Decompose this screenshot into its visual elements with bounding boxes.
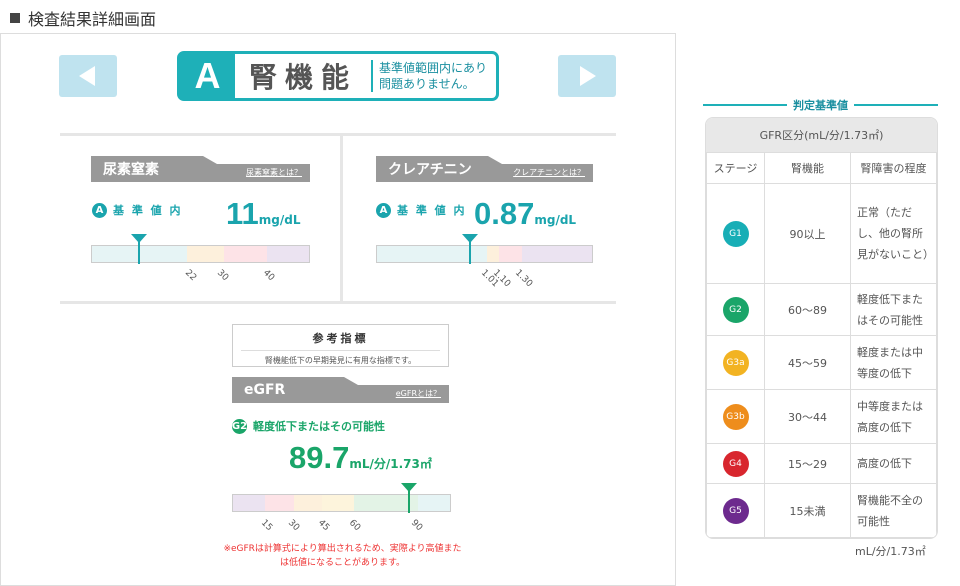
stage-table: ステージ 腎機能 腎障害の程度 G1 90以上 正常（ただし、他の腎所見がないこと）… (706, 152, 937, 538)
gauge-segment (522, 246, 592, 262)
gauge-segment (322, 495, 354, 511)
creatinine-value: 0.87mg/dL (474, 196, 576, 232)
status-label: 基 準 値 内 (397, 204, 467, 217)
range-cell: 90以上 (764, 183, 851, 284)
creatinine-gauge (376, 245, 593, 263)
stage-cell: G2 (706, 283, 765, 336)
divider (60, 301, 616, 304)
divider (340, 136, 343, 303)
value-unit: mL/分/1.73㎡ (349, 457, 432, 471)
table-row: G3b 30〜44 中等度または高度の低下 (706, 389, 937, 444)
square-icon (10, 13, 20, 23)
divider (854, 104, 938, 106)
range-cell: 15〜29 (764, 443, 851, 484)
description-cell: 腎機能不全の可能性 (850, 483, 937, 538)
grade-icon: A (92, 202, 107, 218)
value-unit: mg/dL (258, 213, 301, 227)
standard-title-text: 判定基準値 (793, 99, 848, 112)
divider (60, 133, 616, 136)
grade-icon: A (376, 202, 391, 218)
urea-marker-line (138, 240, 140, 264)
stage-badge: G1 (722, 220, 749, 247)
stage-cell: G4 (706, 443, 765, 484)
category-name: 腎機能 (248, 61, 357, 94)
column-header: 腎障害の程度 (850, 152, 937, 184)
egfr-marker-line (408, 489, 410, 513)
stage-badge: G5 (722, 497, 749, 524)
range-cell: 15未満 (764, 483, 851, 538)
prev-button[interactable] (59, 55, 117, 97)
egfr-note: ※eGFRは計算式により算出されるため、実際より高値または低値になることがありま… (223, 544, 462, 568)
urea-name: 尿素窒素 (103, 162, 159, 178)
stage-badge: G3a (722, 349, 749, 376)
arrow-left-icon (79, 66, 95, 86)
status-label: 軽度低下またはその可能性 (253, 420, 385, 433)
table-row: G5 15未満 腎機能不全の可能性 (706, 483, 937, 538)
range-cell: 60〜89 (764, 283, 851, 336)
reference-subtitle: 腎機能低下の早期発見に有用な指標です。 (241, 350, 440, 366)
stage-cell: G3a (706, 335, 765, 390)
grade-icon: G2 (231, 418, 248, 434)
value-number: 0.87 (474, 196, 535, 231)
title-box: A 腎機能 基準値範囲内にあり問題ありません。 (177, 51, 499, 101)
egfr-status: G2 軽度低下またはその可能性 (232, 418, 385, 434)
urea-gauge (91, 245, 310, 263)
value-unit: mg/dL (534, 213, 577, 227)
description-cell: 軽度または中等度の低下 (850, 335, 937, 390)
table-row: G1 90以上 正常（ただし、他の腎所見がないこと） (706, 183, 937, 284)
creatinine-marker-line (469, 240, 471, 264)
urea-status: A基 準 値 内 (92, 202, 183, 218)
gauge-segment (499, 246, 522, 262)
table-row: G4 15〜29 高度の低下 (706, 443, 937, 484)
description-cell: 高度の低下 (850, 443, 937, 484)
arrow-right-icon (580, 66, 596, 86)
divider (703, 104, 787, 106)
table-row: G2 60〜89 軽度低下またはその可能性 (706, 283, 937, 336)
gauge-segment (265, 495, 294, 511)
gauge-segment (267, 246, 309, 262)
status-label: 基 準 値 内 (113, 204, 183, 217)
value-number: 89.7 (289, 440, 350, 475)
gauge-segment (294, 495, 322, 511)
urea-value: 11mg/dL (226, 196, 301, 232)
creatinine-name: クレアチニン (388, 162, 472, 178)
standard-table: GFR区分(mL/分/1.73㎡) ステージ 腎機能 腎障害の程度 G1 90以上… (705, 117, 938, 539)
grade-badge: A (180, 53, 235, 99)
next-button[interactable] (558, 55, 616, 97)
gauge-segment (418, 495, 450, 511)
egfr-value: 89.7mL/分/1.73㎡ (289, 440, 432, 476)
egfr-name: eGFR (244, 382, 286, 398)
stage-badge: G4 (722, 450, 749, 477)
stage-badge: G2 (722, 296, 749, 323)
range-cell: 30〜44 (764, 389, 851, 444)
range-cell: 45〜59 (764, 335, 851, 390)
unit-note: mL/分/1.73㎡ (855, 545, 926, 558)
gauge-segment (233, 495, 265, 511)
gauge-segment (487, 246, 499, 262)
stage-cell: G5 (706, 483, 765, 538)
table-header: GFR区分(mL/分/1.73㎡) (706, 118, 937, 152)
stage-cell: G1 (706, 183, 765, 284)
standard-title: 判定基準値 (703, 97, 938, 113)
column-header: 腎機能 (764, 152, 851, 184)
value-number: 11 (226, 196, 259, 231)
reference-box: 参考指標腎機能低下の早期発見に有用な指標です。 (232, 324, 449, 367)
description-cell: 中等度または高度の低下 (850, 389, 937, 444)
page-header: 検査結果詳細画面 (10, 6, 156, 30)
reference-title: 参考指標 (312, 332, 369, 345)
column-header: ステージ (706, 152, 765, 184)
gauge-segment (224, 246, 267, 262)
description-cell: 軽度低下またはその可能性 (850, 283, 937, 336)
page-title: 検査結果詳細画面 (28, 10, 157, 29)
table-row: G3a 45〜59 軽度または中等度の低下 (706, 335, 937, 390)
gauge-segment (187, 246, 224, 262)
result-message: 基準値範囲内にあり問題ありません。 (371, 60, 489, 92)
egfr-gauge (232, 494, 451, 512)
creatinine-status: A基 準 値 内 (376, 202, 467, 218)
stage-badge: G3b (722, 403, 749, 430)
description-cell: 正常（ただし、他の腎所見がないこと） (850, 183, 937, 284)
stage-cell: G3b (706, 389, 765, 444)
